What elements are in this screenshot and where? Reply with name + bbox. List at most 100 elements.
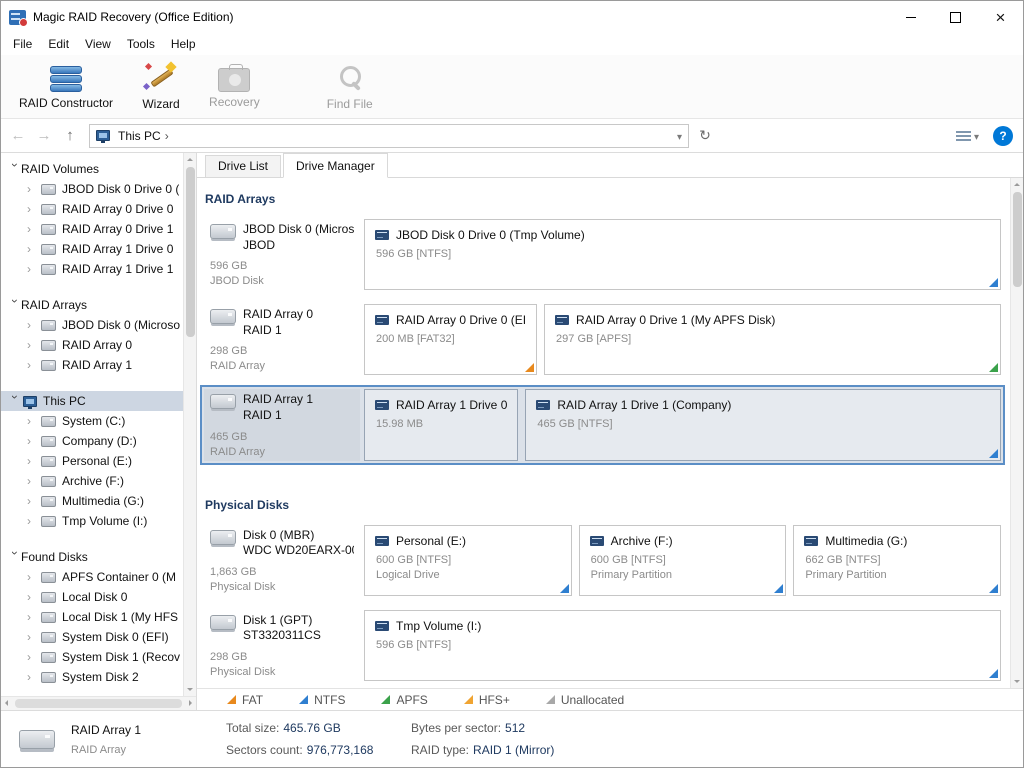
chevron-right-icon[interactable] bbox=[27, 262, 39, 276]
drive-box[interactable]: JBOD Disk 0 Drive 0 (Tmp Volume) 596 GB … bbox=[364, 219, 1001, 290]
chevron-down-icon[interactable] bbox=[8, 395, 22, 407]
chevron-right-icon[interactable] bbox=[27, 630, 39, 644]
tree-item-system-disk-2[interactable]: System Disk 2 bbox=[1, 667, 183, 687]
chevron-right-icon[interactable] bbox=[27, 494, 39, 508]
tree-item-system-disk-1[interactable]: System Disk 1 (Recov bbox=[1, 647, 183, 667]
chevron-right-icon[interactable] bbox=[27, 242, 39, 256]
chevron-right-icon[interactable] bbox=[27, 358, 39, 372]
chevron-right-icon[interactable] bbox=[27, 222, 39, 236]
tab-drive-list[interactable]: Drive List bbox=[205, 155, 281, 178]
chevron-right-icon[interactable] bbox=[27, 318, 39, 332]
drive-box[interactable]: Multimedia (G:) 662 GB [NTFS] Primary Pa… bbox=[793, 525, 1001, 596]
sidebar-vertical-scrollbar[interactable] bbox=[183, 153, 196, 696]
content-vertical-scrollbar[interactable] bbox=[1010, 178, 1023, 688]
drive-box[interactable]: RAID Array 0 Drive 1 (My APFS Disk) 297 … bbox=[544, 304, 1001, 375]
chevron-right-icon[interactable] bbox=[27, 650, 39, 664]
chevron-right-icon[interactable] bbox=[27, 670, 39, 684]
menu-view[interactable]: View bbox=[77, 34, 119, 54]
tab-drive-manager[interactable]: Drive Manager bbox=[283, 153, 388, 178]
menu-file[interactable]: File bbox=[5, 34, 40, 54]
raid-constructor-button[interactable]: RAID Constructor bbox=[7, 59, 125, 113]
breadcrumb[interactable]: This PC bbox=[89, 124, 689, 148]
scroll-up-icon[interactable] bbox=[1014, 183, 1020, 186]
menu-edit[interactable]: Edit bbox=[40, 34, 77, 54]
chevron-down-icon[interactable] bbox=[8, 299, 22, 311]
minimize-button[interactable] bbox=[888, 1, 933, 33]
chevron-right-icon[interactable] bbox=[27, 434, 39, 448]
scrollbar-thumb[interactable] bbox=[1013, 192, 1022, 287]
sidebar-horizontal-scrollbar[interactable] bbox=[1, 696, 196, 710]
drive-box[interactable]: RAID Array 0 Drive 0 (EI 200 MB [FAT32] bbox=[364, 304, 537, 375]
scrollbar-thumb[interactable] bbox=[15, 699, 182, 708]
chevron-right-icon[interactable] bbox=[27, 454, 39, 468]
chevron-right-icon[interactable] bbox=[27, 474, 39, 488]
drive-box[interactable]: Personal (E:) 600 GB [NTFS] Logical Driv… bbox=[364, 525, 572, 596]
chevron-right-icon[interactable] bbox=[27, 570, 39, 584]
tree-item-jbod-disk-0-drive-0[interactable]: JBOD Disk 0 Drive 0 ( bbox=[1, 179, 183, 199]
tree-item-apfs-container-0[interactable]: APFS Container 0 (M bbox=[1, 567, 183, 587]
scroll-left-icon[interactable] bbox=[5, 700, 8, 706]
filesystem-legend: FAT NTFS APFS HFS+ Unallocated bbox=[197, 688, 1023, 710]
back-icon[interactable] bbox=[5, 123, 31, 149]
tree-item-archive-f[interactable]: Archive (F:) bbox=[1, 471, 183, 491]
tree-item-personal-e[interactable]: Personal (E:) bbox=[1, 451, 183, 471]
menu-help[interactable]: Help bbox=[163, 34, 204, 54]
scrollbar-thumb[interactable] bbox=[186, 167, 195, 337]
tree-item-raid-array-1[interactable]: RAID Array 1 bbox=[1, 355, 183, 375]
refresh-icon[interactable] bbox=[693, 124, 717, 148]
tree-item-raid-array-0-drive-1[interactable]: RAID Array 0 Drive 1 bbox=[1, 219, 183, 239]
chevron-down-icon[interactable] bbox=[8, 551, 22, 563]
tree-item-raid-array-1-drive-0[interactable]: RAID Array 1 Drive 0 bbox=[1, 239, 183, 259]
tree-item-raid-array-0[interactable]: RAID Array 0 bbox=[1, 335, 183, 355]
tree-item-local-disk-1[interactable]: Local Disk 1 (My HFS bbox=[1, 607, 183, 627]
help-button[interactable] bbox=[993, 126, 1013, 146]
drive-box[interactable]: RAID Array 1 Drive 0 15.98 MB bbox=[364, 389, 518, 460]
sidebar-section-found-disks[interactable]: Found Disks bbox=[1, 547, 183, 567]
chevron-right-icon[interactable] bbox=[27, 202, 39, 216]
raid-row-jbod[interactable]: JBOD Disk 0 (Micros JBOD 596 GB JBOD Dis… bbox=[201, 216, 1004, 293]
chevron-right-icon[interactable] bbox=[27, 338, 39, 352]
wizard-button[interactable]: Wizard bbox=[125, 59, 197, 114]
chevron-right-icon[interactable] bbox=[27, 590, 39, 604]
sidebar-section-raid-volumes[interactable]: RAID Volumes bbox=[1, 159, 183, 179]
chevron-right-icon[interactable] bbox=[27, 182, 39, 196]
tree-item-multimedia-g[interactable]: Multimedia (G:) bbox=[1, 491, 183, 511]
chevron-right-icon[interactable] bbox=[27, 514, 39, 528]
raid-row-array-0[interactable]: RAID Array 0 RAID 1 298 GB RAID Array RA… bbox=[201, 301, 1004, 378]
forward-icon[interactable] bbox=[31, 123, 57, 149]
close-button[interactable] bbox=[978, 1, 1023, 33]
disk-name: Disk 0 (MBR) bbox=[243, 528, 354, 544]
drive-box[interactable]: Archive (F:) 600 GB [NTFS] Primary Parti… bbox=[579, 525, 787, 596]
scroll-down-icon[interactable] bbox=[1014, 680, 1020, 683]
view-mode-icon bbox=[956, 131, 971, 133]
breadcrumb-location[interactable]: This PC bbox=[118, 129, 161, 143]
tree-item-raid-array-0-drive-0[interactable]: RAID Array 0 Drive 0 bbox=[1, 199, 183, 219]
sidebar-section-this-pc[interactable]: This PC bbox=[1, 391, 183, 411]
physical-row-disk-0[interactable]: Disk 0 (MBR) WDC WD20EARX-00 1,863 GB Ph… bbox=[201, 522, 1004, 599]
chevron-right-icon[interactable] bbox=[27, 610, 39, 624]
tree-item-raid-array-1-drive-1[interactable]: RAID Array 1 Drive 1 bbox=[1, 259, 183, 279]
legend-hfs: HFS+ bbox=[464, 693, 510, 707]
maximize-button[interactable] bbox=[933, 1, 978, 33]
up-icon[interactable] bbox=[57, 123, 83, 149]
tree-item-system-disk-0[interactable]: System Disk 0 (EFI) bbox=[1, 627, 183, 647]
tree-item-jbod-disk-0[interactable]: JBOD Disk 0 (Microso bbox=[1, 315, 183, 335]
scroll-down-icon[interactable] bbox=[187, 688, 193, 691]
physical-row-disk-1[interactable]: Disk 1 (GPT) ST3320311CS 298 GB Physical… bbox=[201, 607, 1004, 684]
address-dropdown-icon[interactable] bbox=[677, 129, 682, 143]
scroll-up-icon[interactable] bbox=[187, 158, 193, 161]
drive-box[interactable]: Tmp Volume (I:) 596 GB [NTFS] bbox=[364, 610, 1001, 681]
raid-row-array-1-selected[interactable]: RAID Array 1 RAID 1 465 GB RAID Array RA… bbox=[201, 386, 1004, 463]
tree-item-company-d[interactable]: Company (D:) bbox=[1, 431, 183, 451]
tree-item-local-disk-0[interactable]: Local Disk 0 bbox=[1, 587, 183, 607]
menu-tools[interactable]: Tools bbox=[119, 34, 163, 54]
scroll-right-icon[interactable] bbox=[189, 700, 192, 706]
tree-item-tmp-volume-i[interactable]: Tmp Volume (I:) bbox=[1, 511, 183, 531]
breadcrumb-separator-icon[interactable] bbox=[165, 129, 169, 143]
chevron-right-icon[interactable] bbox=[27, 414, 39, 428]
drive-box[interactable]: RAID Array 1 Drive 1 (Company) 465 GB [N… bbox=[525, 389, 1001, 460]
chevron-down-icon[interactable] bbox=[8, 163, 22, 175]
tree-item-system-c[interactable]: System (C:) bbox=[1, 411, 183, 431]
sidebar-section-raid-arrays[interactable]: RAID Arrays bbox=[1, 295, 183, 315]
view-mode-button[interactable] bbox=[952, 125, 983, 147]
